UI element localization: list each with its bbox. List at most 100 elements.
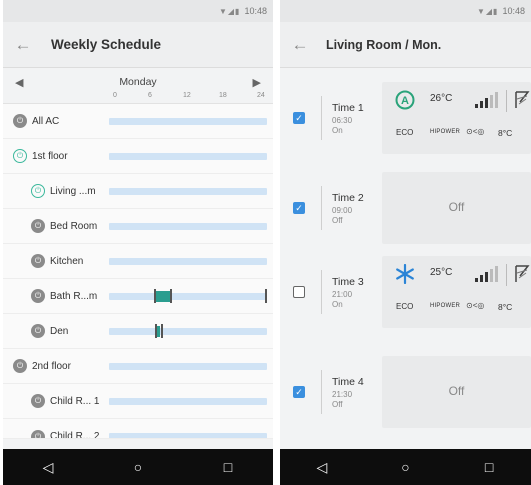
hipower-label: HIPOWER	[430, 129, 461, 135]
schedule-row-2nd-floor[interactable]: ⏻ 2nd floor	[3, 349, 273, 384]
schedule-row-child-room-1[interactable]: ⏻ Child R... 1	[3, 384, 273, 419]
eco-label: ECO	[396, 128, 414, 137]
time-3-checkbox[interactable]	[293, 286, 305, 298]
timeline-bar	[109, 328, 267, 335]
timeline-bar	[109, 293, 267, 300]
time-value: 09:00	[332, 205, 353, 215]
back-arrow-icon[interactable]: ←	[3, 35, 43, 55]
ac-unit-icon: ⏻	[31, 324, 45, 338]
time-state: Off	[332, 399, 343, 409]
schedule-marker	[170, 289, 172, 303]
swing-icon	[515, 91, 530, 108]
divider	[321, 370, 322, 414]
schedule-row-living-room[interactable]: ⏻ Living ...m	[3, 174, 273, 209]
time-state: On	[332, 125, 343, 135]
timeline-bar	[109, 258, 267, 265]
time-info: Time 4 21:30 Off	[332, 376, 364, 409]
set-temperature: 25°C	[430, 267, 453, 278]
ac-unit-icon: ⏻	[31, 394, 45, 408]
divider	[321, 96, 322, 140]
nav-recents-icon[interactable]: □	[208, 459, 248, 475]
hour-tick: 0	[113, 92, 117, 99]
ac-unit-icon: ⏻	[13, 114, 27, 128]
hipower-label: HIPOWER	[430, 303, 461, 309]
hour-tick: 24	[257, 92, 265, 99]
divider	[506, 264, 507, 286]
status-bar: ▼◢▮ 10:48	[3, 0, 273, 22]
app-bar: ← Weekly Schedule	[3, 22, 273, 68]
divider	[321, 186, 322, 230]
swing-icon	[515, 265, 530, 282]
row-label: All AC	[32, 115, 60, 127]
schedule-marker	[154, 289, 156, 303]
row-label: Bath R...m	[50, 290, 98, 302]
time-value: 21:30	[332, 389, 353, 399]
time-4-checkbox[interactable]: ✓	[293, 386, 305, 398]
nav-home-icon[interactable]: ○	[385, 459, 425, 475]
schedule-row-kitchen[interactable]: ⏻ Kitchen	[3, 244, 273, 279]
next-day-icon[interactable]: ▶	[253, 76, 261, 89]
schedule-row-all-ac[interactable]: ⏻ All AC	[3, 104, 273, 139]
set-temperature: 26°C	[430, 93, 453, 104]
back-arrow-icon[interactable]: ←	[280, 35, 320, 55]
system-nav-bar: ◁ ○ □	[3, 449, 273, 485]
timeline-bar	[109, 363, 267, 370]
system-nav-bar: ◁ ○ □	[280, 449, 531, 485]
schedule-row-bath-room[interactable]: ⏻ Bath R...m	[3, 279, 273, 314]
time-2-checkbox[interactable]: ✓	[293, 202, 305, 214]
fan-speed-icon	[475, 92, 498, 108]
row-label: Child R... 1	[50, 395, 100, 407]
schedule-row-den[interactable]: ⏻ Den	[3, 314, 273, 349]
time-entry-4: ✓ Time 4 21:30 Off Off	[280, 354, 531, 430]
off-label: Off	[448, 384, 465, 398]
svg-text:A: A	[401, 95, 409, 107]
schedule-row-child-room-2[interactable]: ⏻ Child R... 2	[3, 419, 273, 439]
timeline-bar	[109, 153, 267, 160]
ac-unit-icon: ⏻	[31, 219, 45, 233]
nav-back-icon[interactable]: ◁	[302, 459, 342, 476]
timeline-bar	[109, 118, 267, 125]
timeline-bar	[109, 188, 267, 195]
time-info: Time 2 09:00 Off	[332, 192, 364, 225]
power-icon: ⏻	[31, 184, 45, 198]
timeline-bar	[109, 398, 267, 405]
schedule-row-1st-floor[interactable]: ⏻ 1st floor	[3, 139, 273, 174]
time-1-checkbox[interactable]: ✓	[293, 112, 305, 124]
nav-back-icon[interactable]: ◁	[28, 459, 68, 476]
eco-label: ECO	[396, 302, 414, 311]
timeline-bar	[109, 223, 267, 230]
time-value: 21:00	[332, 289, 353, 299]
signal-battery-icon: ▼◢▮	[476, 6, 499, 16]
time-state: Off	[332, 215, 343, 225]
nav-home-icon[interactable]: ○	[118, 459, 158, 475]
page-title: Weekly Schedule	[51, 37, 162, 52]
schedule-marker	[161, 324, 163, 338]
divider	[506, 90, 507, 112]
schedule-row-bed-room[interactable]: ⏻ Bed Room	[3, 209, 273, 244]
timeline-bar	[109, 433, 267, 438]
hour-tick: 6	[148, 92, 152, 99]
divider	[321, 270, 322, 314]
power-icon: ⏻	[13, 149, 27, 163]
app-bar: ← Living Room / Mon.	[280, 22, 531, 68]
time-2-settings-panel[interactable]: Off	[382, 172, 531, 244]
nav-recents-icon[interactable]: □	[469, 459, 509, 475]
auto-mode-icon: A	[395, 90, 415, 110]
schedule-marker	[155, 324, 157, 338]
ac-unit-icon: ⏻	[13, 359, 27, 373]
time-3-settings-panel[interactable]: 25°C ECO HIPOWER ⊙<◎ 8°C	[382, 256, 531, 328]
setback-temperature: 8°C	[498, 302, 513, 312]
time-name: Time 3	[332, 275, 364, 288]
fan-speed-icon	[475, 266, 498, 282]
time-entry-2: ✓ Time 2 09:00 Off Off	[280, 170, 531, 246]
day-selector: ◀ Monday ▶ 0 6 12 18 24	[3, 68, 273, 104]
ac-unit-icon: ⏻	[31, 254, 45, 268]
time-1-settings-panel[interactable]: A 26°C ECO HIPOWER ⊙<◎ 8°C	[382, 82, 531, 154]
setback-temperature: 8°C	[498, 128, 513, 138]
row-label: Child R... 2	[50, 431, 100, 439]
schedule-segment[interactable]	[155, 291, 171, 302]
time-4-settings-panel[interactable]: Off	[382, 356, 531, 428]
row-label: Bed Room	[50, 220, 98, 232]
hour-tick: 12	[183, 92, 191, 99]
row-label: 2nd floor	[32, 360, 71, 372]
